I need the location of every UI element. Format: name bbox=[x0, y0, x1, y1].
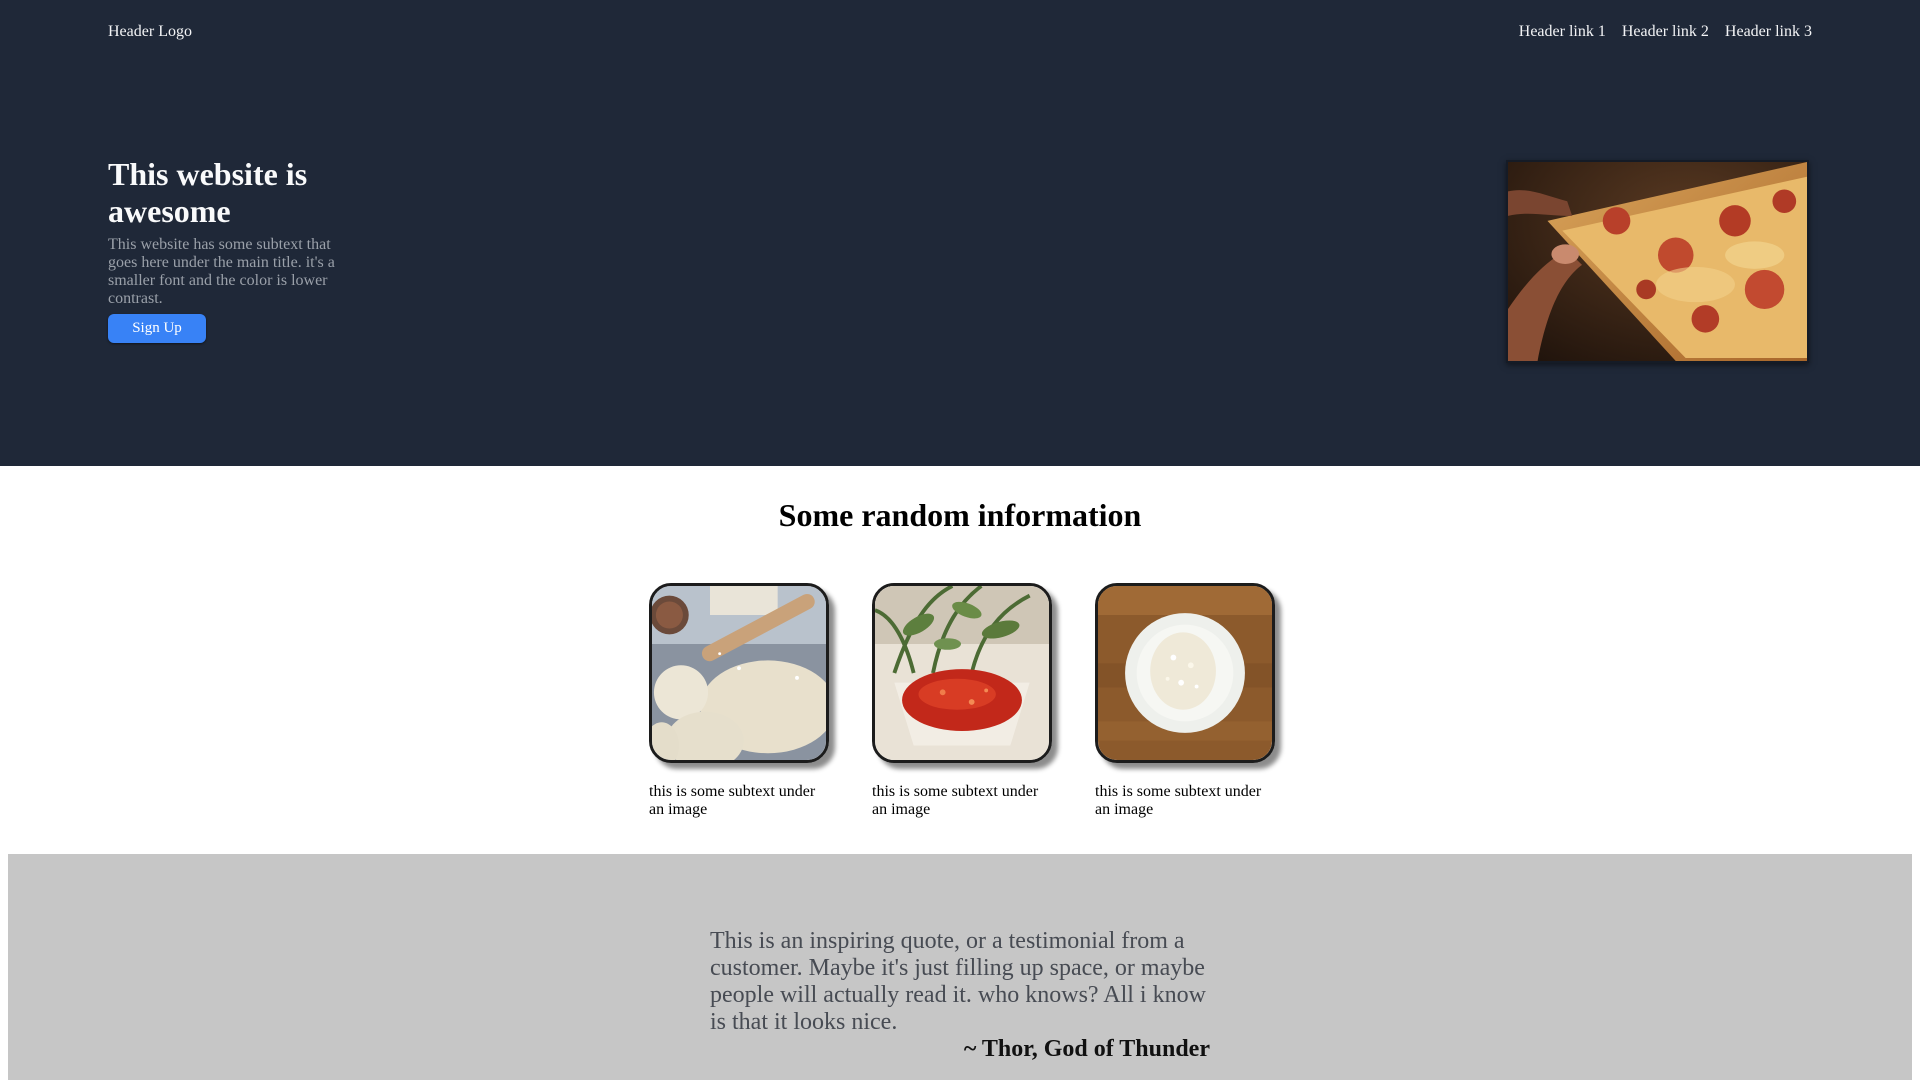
header-link-3[interactable]: Header link 3 bbox=[1725, 22, 1812, 42]
header-link-1[interactable]: Header link 1 bbox=[1519, 22, 1606, 42]
hero-text-block: This website is awesome This website has… bbox=[108, 156, 348, 343]
hero-title: This website is awesome bbox=[108, 156, 308, 229]
card-caption: this is some subtext under an image bbox=[649, 783, 816, 818]
hero-subtext: This website has some subtext that goes … bbox=[108, 236, 335, 307]
dough-image bbox=[649, 583, 829, 763]
header-link-2[interactable]: Header link 2 bbox=[1622, 22, 1709, 42]
sauce-image bbox=[872, 583, 1052, 763]
card-caption: this is some subtext under an image bbox=[1095, 783, 1262, 818]
quote-text: This is an inspiring quote, or a testimo… bbox=[710, 928, 1206, 1035]
top-nav: Header Logo Header link 1 Header link 2 … bbox=[108, 22, 1812, 42]
hero-section: Header Logo Header link 1 Header link 2 … bbox=[0, 0, 1920, 466]
page: Header Logo Header link 1 Header link 2 … bbox=[0, 0, 1920, 1080]
pizza-slice-image bbox=[1508, 162, 1807, 361]
card-caption: this is some subtext under an image bbox=[872, 783, 1039, 818]
card-row: this is some subtext under an image this… bbox=[649, 583, 1275, 819]
header-logo[interactable]: Header Logo bbox=[108, 22, 192, 42]
header-links: Header link 1 Header link 2 Header link … bbox=[1519, 22, 1812, 42]
info-card: this is some subtext under an image bbox=[872, 583, 1052, 819]
quote-box: This is an inspiring quote, or a testimo… bbox=[710, 928, 1210, 1063]
quote-author: ~ Thor, God of Thunder bbox=[963, 1036, 1210, 1062]
info-title: Some random information bbox=[778, 497, 1142, 533]
quote-section: This is an inspiring quote, or a testimo… bbox=[8, 854, 1912, 1080]
sign-up-button[interactable]: Sign Up bbox=[108, 314, 206, 343]
info-section: Some random information this is some sub… bbox=[8, 466, 1912, 854]
cheese-plate-image bbox=[1095, 583, 1275, 763]
info-card: this is some subtext under an image bbox=[1095, 583, 1275, 819]
hero-pizza-image bbox=[1506, 160, 1809, 363]
info-card: this is some subtext under an image bbox=[649, 583, 829, 819]
